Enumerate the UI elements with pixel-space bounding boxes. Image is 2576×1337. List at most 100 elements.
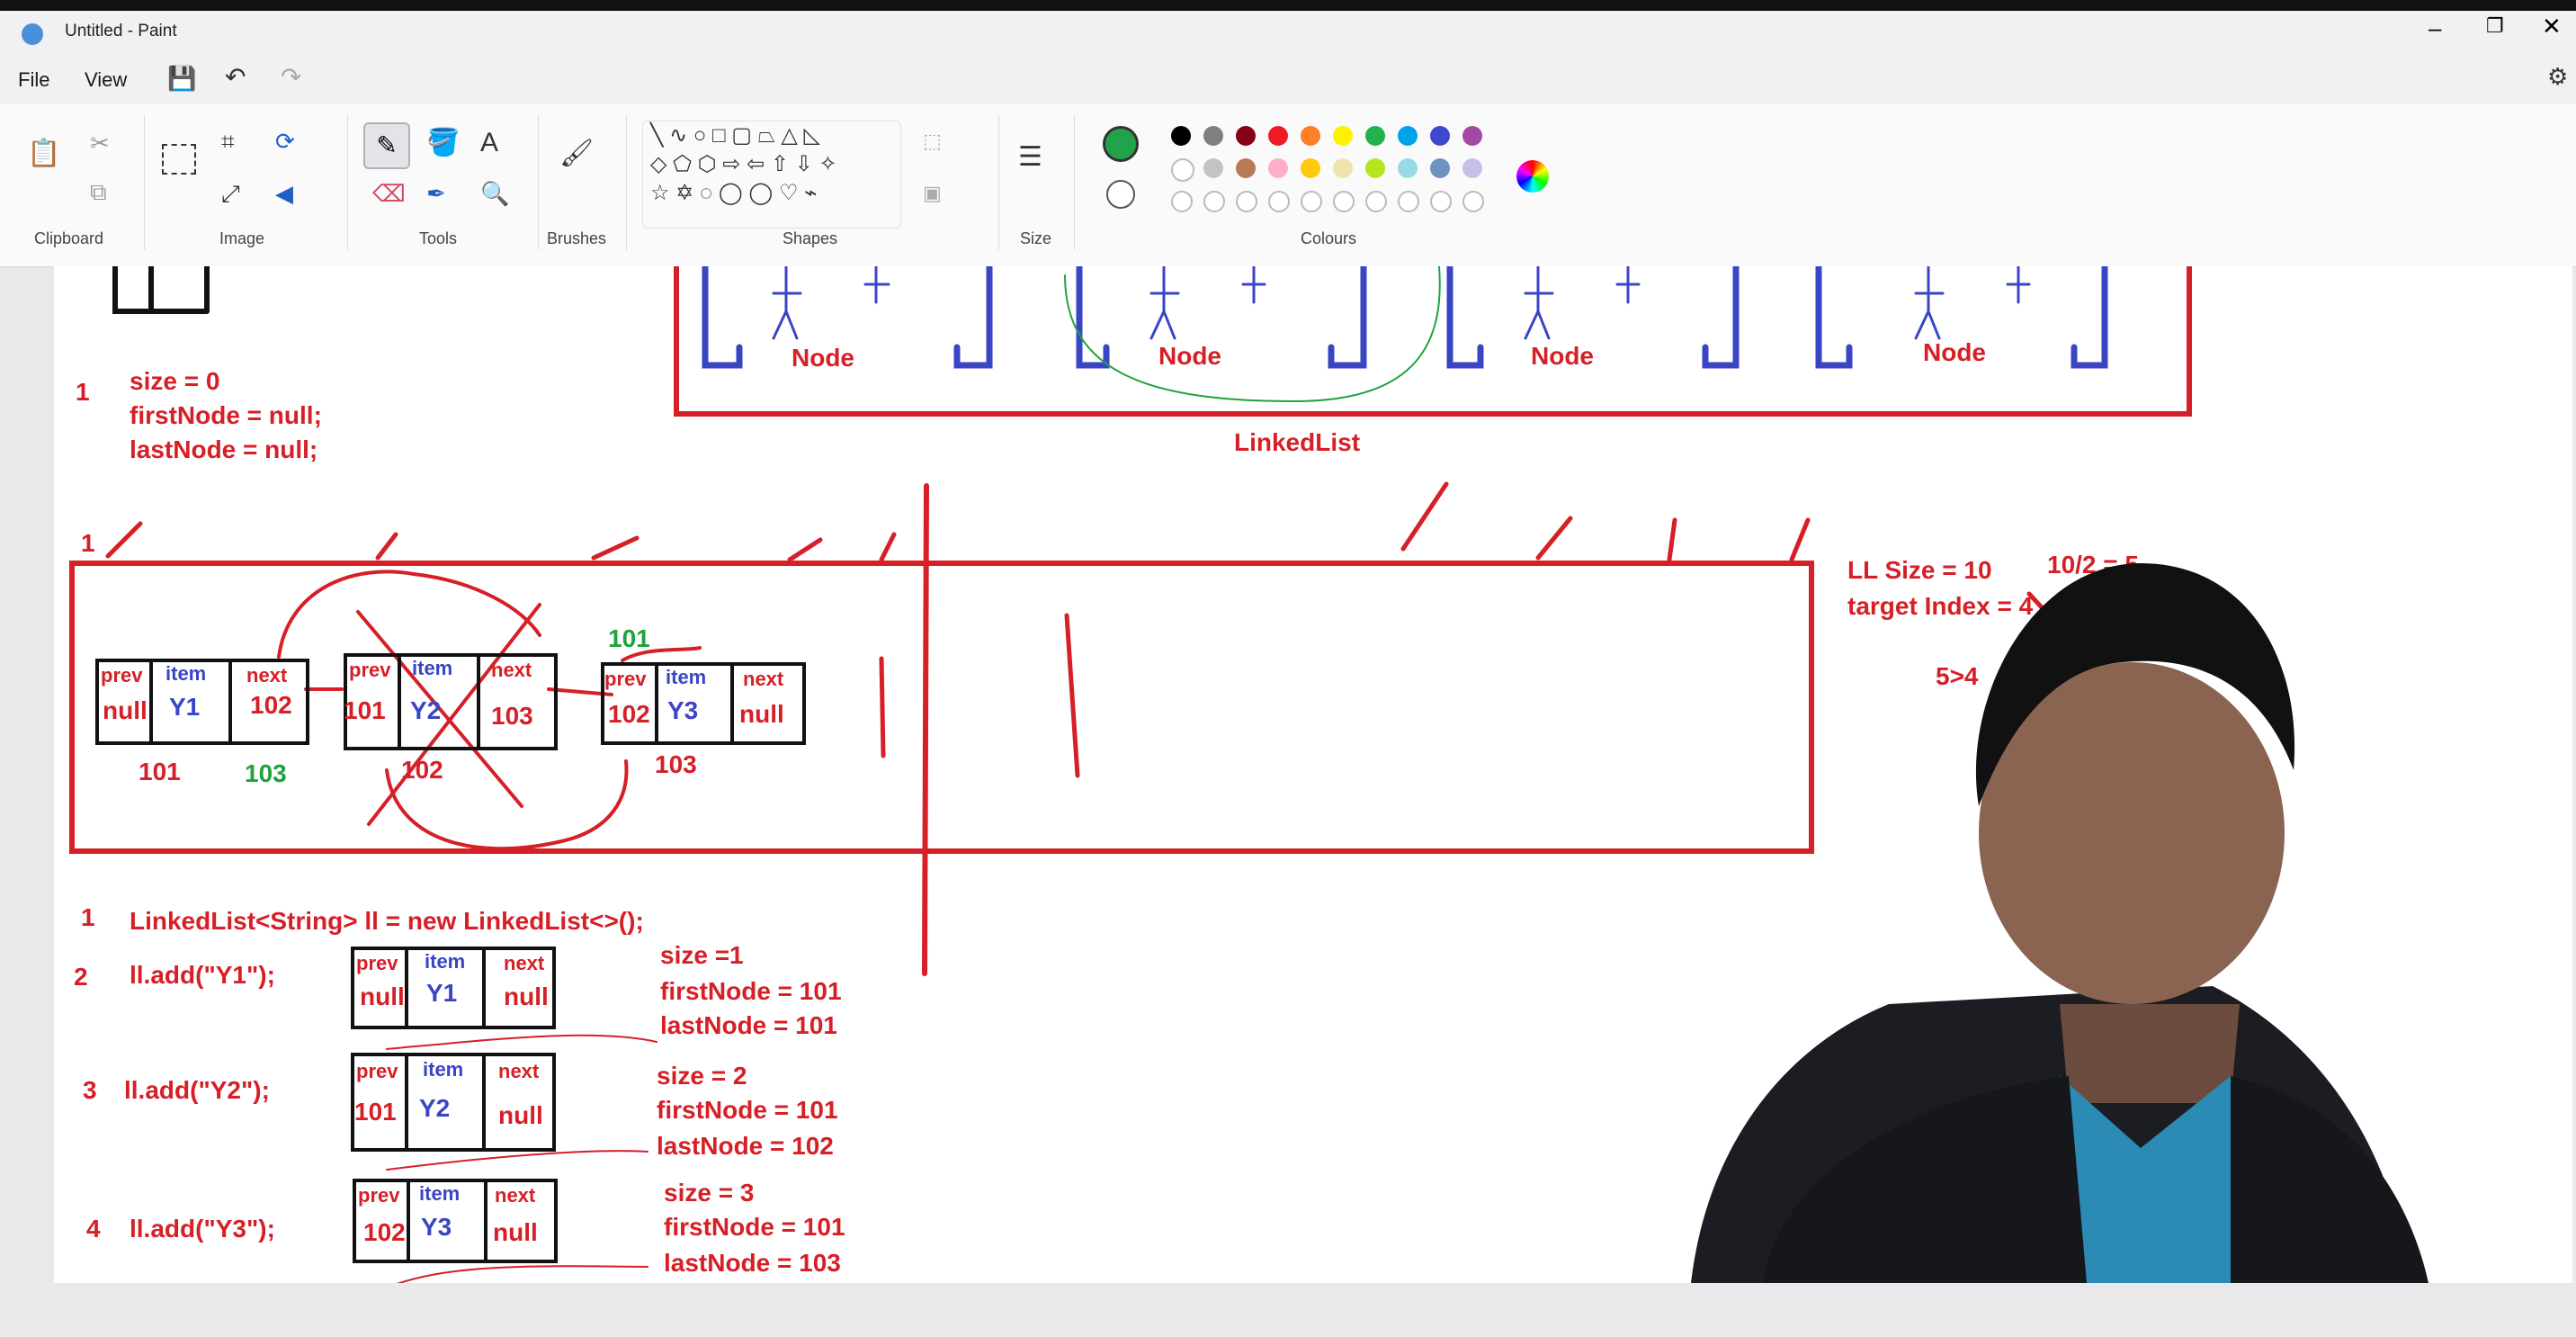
- settings-icon[interactable]: ⚙: [2547, 65, 2568, 88]
- code-num-4: 4: [86, 1215, 101, 1243]
- box3-item-val: Y3: [667, 696, 699, 724]
- file-menu[interactable]: File: [18, 68, 49, 92]
- code-num-1: 1: [81, 903, 95, 931]
- edit-colours-icon[interactable]: [1516, 160, 1549, 193]
- text-icon[interactable]: A: [480, 130, 498, 157]
- outline-icon[interactable]: ⬚: [923, 131, 942, 151]
- custom-colour-slot[interactable]: [1301, 191, 1322, 212]
- custom-colour-slot[interactable]: [1236, 191, 1257, 212]
- colour-swatch[interactable]: [1430, 126, 1450, 146]
- colour-swatch[interactable]: [1268, 158, 1288, 178]
- step4-info-1: size = 3: [664, 1179, 755, 1207]
- step4-item-label: item: [419, 1182, 461, 1205]
- node-label-4: Node: [1923, 338, 1986, 366]
- rotate-icon[interactable]: ⟳: [275, 130, 295, 153]
- code-line-2: ll.add("Y1");: [130, 961, 275, 989]
- step3-prev-val: 101: [354, 1098, 397, 1126]
- title-bar: Untitled - Paint – ❐ ✕: [0, 11, 2576, 59]
- brushes-icon[interactable]: 🖌: [559, 140, 594, 167]
- paint-app-icon: [22, 23, 43, 45]
- node-label-3: Node: [1531, 342, 1594, 370]
- colour-swatch[interactable]: [1268, 126, 1288, 146]
- colour-swatch[interactable]: [1236, 158, 1256, 178]
- cut-icon[interactable]: ✂: [90, 131, 110, 155]
- colour-swatch[interactable]: [1462, 126, 1482, 146]
- fill-icon[interactable]: 🪣: [426, 130, 460, 157]
- custom-colour-slot[interactable]: [1268, 191, 1290, 212]
- colour-swatch[interactable]: [1365, 158, 1385, 178]
- colour-swatch[interactable]: [1398, 158, 1418, 178]
- primary-color[interactable]: [1103, 126, 1139, 162]
- paste-icon[interactable]: 📋: [27, 140, 60, 167]
- step3-next-val: null: [498, 1101, 543, 1129]
- step2-info-3: lastNode = 101: [660, 1011, 837, 1039]
- box1-prev-label: prev: [101, 664, 143, 686]
- custom-colour-slot[interactable]: [1430, 191, 1452, 212]
- box1-extra: 103: [245, 759, 287, 787]
- box3-item-label: item: [666, 666, 707, 688]
- colour-swatch[interactable]: [1430, 158, 1450, 178]
- view-menu[interactable]: View: [85, 68, 127, 92]
- colours-label: Colours: [1301, 229, 1357, 247]
- colour-swatch[interactable]: [1203, 158, 1223, 178]
- secondary-color[interactable]: [1106, 180, 1135, 209]
- step2-next-val: null: [504, 983, 549, 1010]
- step4-prev-val: 102: [363, 1218, 406, 1246]
- redo-icon[interactable]: ↷: [281, 65, 301, 90]
- colour-swatch[interactable]: [1462, 158, 1482, 178]
- custom-colour-slot[interactable]: [1171, 191, 1193, 212]
- step3-info-3: lastNode = 102: [657, 1132, 834, 1160]
- drawing-canvas[interactable]: Node Node Node Node LinkedList 1 size = …: [54, 266, 2572, 1283]
- colour-swatch[interactable]: [1365, 126, 1385, 146]
- custom-colour-slot[interactable]: [1365, 191, 1387, 212]
- colour-swatch[interactable]: [1333, 126, 1353, 146]
- box2-prev-label: prev: [349, 659, 391, 681]
- colour-swatch[interactable]: [1398, 126, 1418, 146]
- eraser-icon[interactable]: ⌫: [372, 182, 406, 205]
- step3-item-val: Y2: [419, 1094, 451, 1122]
- magnifier-icon[interactable]: 🔍: [480, 182, 509, 205]
- minimize-icon[interactable]: –: [2428, 14, 2441, 42]
- resize-icon[interactable]: ⤢: [221, 182, 240, 205]
- custom-colour-slot[interactable]: [1203, 191, 1225, 212]
- box1-next-label: next: [246, 664, 288, 686]
- code-line-4: ll.add("Y3");: [130, 1215, 275, 1243]
- code-num-3: 3: [83, 1076, 97, 1104]
- restore-icon[interactable]: ❐: [2486, 14, 2504, 38]
- init-line-1: size = 0: [130, 367, 220, 395]
- undo-icon[interactable]: ↶: [225, 65, 246, 90]
- shapes-gallery[interactable]: ╲ ∿ ○ □ ▢ ⏢ △ ◺ ◇ ⬠ ⬡ ⇨ ⇦ ⇧ ⇩ ✧ ☆ ✡ ◌ ◯ ◯ …: [642, 121, 901, 229]
- shape-fill-icon[interactable]: ▣: [923, 184, 942, 203]
- init-line-2: firstNode = null;: [130, 401, 322, 429]
- colour-swatch[interactable]: [1171, 158, 1194, 182]
- menu-bar: File View 💾 ↶ ↷ ⚙: [0, 59, 2576, 104]
- colour-swatch[interactable]: [1333, 158, 1353, 178]
- custom-colour-slot[interactable]: [1398, 191, 1419, 212]
- copy-icon[interactable]: ⧉: [90, 180, 107, 203]
- init-line-3: lastNode = null;: [130, 435, 318, 463]
- code-line-3: ll.add("Y2");: [124, 1076, 270, 1104]
- select-icon[interactable]: [162, 144, 196, 175]
- flip-icon[interactable]: ◀: [275, 182, 293, 205]
- colour-swatch[interactable]: [1236, 126, 1256, 146]
- box1-addr: 101: [139, 758, 181, 785]
- color-picker-icon[interactable]: ✒: [426, 182, 446, 205]
- colour-swatch[interactable]: [1301, 158, 1320, 178]
- box1-prev-val: null: [103, 696, 148, 724]
- crop-icon[interactable]: ⌗: [221, 130, 235, 153]
- box2-next-val: 103: [491, 702, 533, 730]
- colour-swatch[interactable]: [1171, 126, 1191, 146]
- custom-colour-slot[interactable]: [1462, 191, 1484, 212]
- pencil-icon[interactable]: ✎: [363, 122, 410, 169]
- step4-next-label: next: [495, 1184, 536, 1207]
- colour-swatch[interactable]: [1203, 126, 1223, 146]
- save-icon[interactable]: 💾: [167, 67, 196, 90]
- clipboard-label: Clipboard: [34, 229, 104, 247]
- box1-next-val: 102: [250, 691, 292, 719]
- size-icon[interactable]: ☰: [1018, 144, 1042, 171]
- custom-colour-slot[interactable]: [1333, 191, 1355, 212]
- colour-swatch[interactable]: [1301, 126, 1320, 146]
- step2-item-label: item: [425, 950, 466, 973]
- ll-size: LL Size = 10: [1847, 556, 1992, 584]
- close-icon[interactable]: ✕: [2542, 13, 2562, 40]
